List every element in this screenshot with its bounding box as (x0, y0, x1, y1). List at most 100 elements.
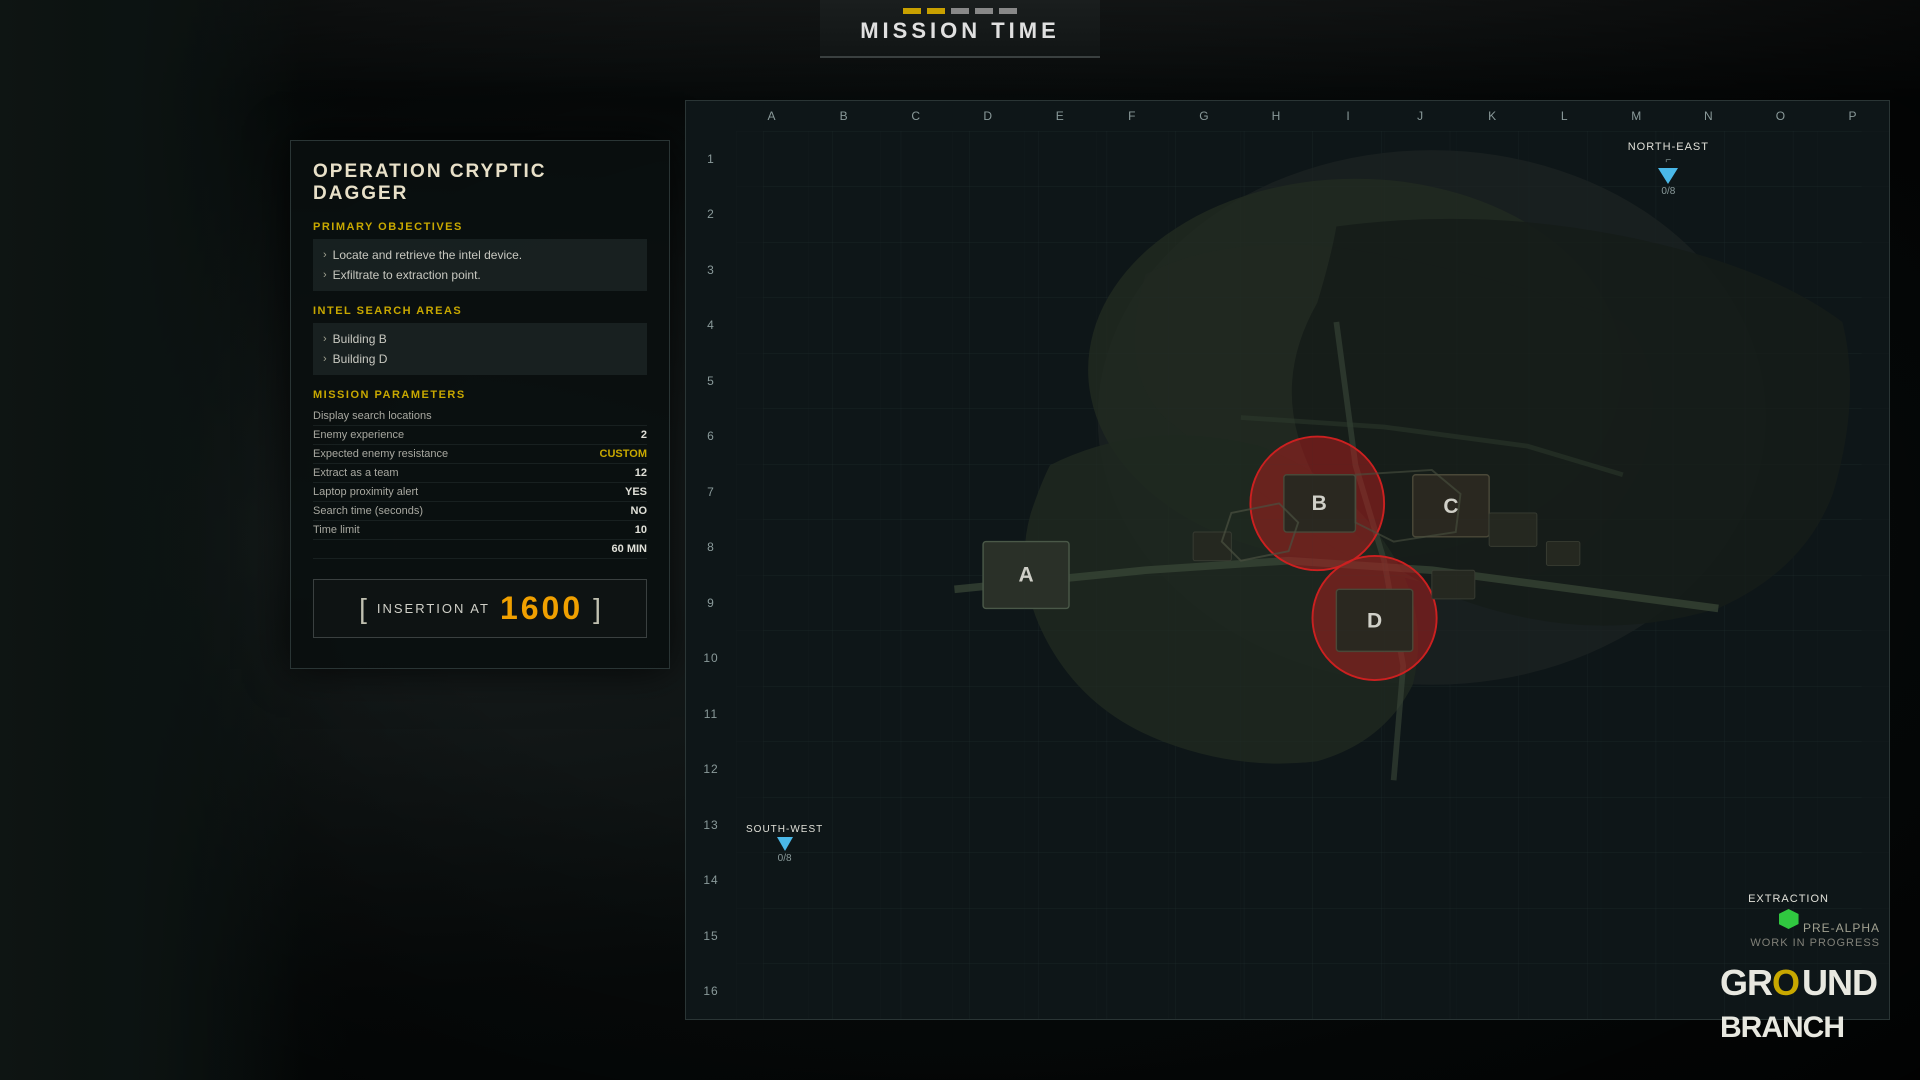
row-header-6: 6 (686, 409, 736, 465)
pre-alpha-label: PRE-ALPHA (1720, 921, 1880, 935)
svg-text:BRANCH: BRANCH (1720, 1011, 1844, 1044)
ne-label: NORTH-EAST (1628, 141, 1709, 153)
objective-arrow-2: › (323, 269, 327, 281)
col-header-f: F (1096, 101, 1168, 131)
param-row-3: Extract as a team 12 (313, 464, 647, 483)
col-header-l: L (1529, 101, 1601, 131)
gb-logo-text: GR O UND (1720, 955, 1880, 1005)
mission-time-header: MISSION TIME (820, 0, 1100, 58)
extraction-label: EXTRACTION (1748, 893, 1829, 905)
row-header-13: 13 (686, 797, 736, 853)
objective-item-2: › Exfiltrate to extraction point. (323, 265, 637, 285)
gb-logo: PRE-ALPHA WORK IN PROGRESS GR O UND BRAN… (1720, 921, 1880, 1050)
svg-text:A: A (1018, 564, 1033, 587)
intel-item-1: › Building B (323, 329, 637, 349)
param-value-6: 10 (635, 524, 647, 536)
objective-item-1: › Locate and retrieve the intel device. (323, 245, 637, 265)
row-headers: 1 2 3 4 5 6 7 8 9 10 11 12 13 14 15 16 (686, 131, 736, 1019)
bracket-right: ] (593, 593, 601, 625)
ne-marker: NORTH-EAST ⌐ 0/8 (1628, 141, 1709, 197)
sw-marker: SOUTH-WEST 0/8 (746, 824, 823, 864)
intel-arrow-1: › (323, 333, 327, 345)
primary-objectives-list: › Locate and retrieve the intel device. … (313, 239, 647, 291)
ne-triangle-icon (1658, 168, 1678, 184)
param-row-7: 60 MIN (313, 540, 647, 559)
col-header-g: G (1168, 101, 1240, 131)
row-header-14: 14 (686, 853, 736, 909)
param-value-3: 12 (635, 467, 647, 479)
svg-text:D: D (1367, 610, 1382, 633)
row-header-16: 16 (686, 964, 736, 1020)
map-panel: A B C D E F G H I J K L M N O P 1 2 3 4 … (685, 100, 1890, 1020)
gb-logo-svg: GR O UND (1720, 955, 1880, 1005)
intel-item-2: › Building D (323, 349, 637, 369)
map-terrain: A B C D (736, 131, 1889, 1019)
objective-arrow-1: › (323, 249, 327, 261)
map-container: A B C D E F G H I J K L M N O P 1 2 3 4 … (685, 100, 1890, 1020)
sw-count: 0/8 (746, 853, 823, 864)
wip-label: WORK IN PROGRESS (1720, 937, 1880, 949)
param-label-1: Enemy experience (313, 429, 404, 441)
param-label-4: Laptop proximity alert (313, 486, 418, 498)
insertion-time: 1600 (500, 590, 583, 627)
row-header-2: 2 (686, 187, 736, 243)
col-header-j: J (1385, 101, 1457, 131)
svg-text:O: O (1772, 962, 1800, 1003)
row-header-8: 8 (686, 520, 736, 576)
col-header-p: P (1817, 101, 1889, 131)
intel-area-list: › Building B › Building D (313, 323, 647, 375)
param-row-0: Display search locations (313, 407, 647, 426)
mission-params-header: MISSION PARAMETERS (313, 389, 647, 401)
map-svg: A B C D (736, 131, 1889, 1019)
col-header-e: E (1024, 101, 1096, 131)
sw-triangle-icon (777, 837, 793, 851)
col-header-c: C (880, 101, 952, 131)
primary-objectives-header: PRIMARY OBJECTIVES (313, 221, 647, 233)
col-header-i: I (1313, 101, 1385, 131)
param-label-6: Time limit (313, 524, 360, 536)
param-label-2: Expected enemy resistance (313, 448, 448, 460)
row-header-10: 10 (686, 631, 736, 687)
operation-title: OPERATION CRYPTIC DAGGER (313, 161, 647, 205)
objective-text-1: Locate and retrieve the intel device. (333, 248, 522, 262)
param-row-5: Search time (seconds) NO (313, 502, 647, 521)
col-headers: A B C D E F G H I J K L M N O P (736, 101, 1889, 131)
time-segment-1 (903, 8, 921, 14)
time-segment-4 (975, 8, 993, 14)
bracket-left: [ (359, 593, 367, 625)
time-segment-2 (927, 8, 945, 14)
row-header-3: 3 (686, 242, 736, 298)
time-segment-5 (999, 8, 1017, 14)
param-row-2: Expected enemy resistance CUSTOM (313, 445, 647, 464)
param-label-3: Extract as a team (313, 467, 399, 479)
col-header-o: O (1745, 101, 1817, 131)
mission-time-bar (860, 8, 1060, 14)
sw-label: SOUTH-WEST (746, 824, 823, 835)
row-header-5: 5 (686, 353, 736, 409)
param-value-2: CUSTOM (600, 448, 647, 460)
col-header-a: A (736, 101, 808, 131)
svg-text:GR: GR (1720, 962, 1773, 1003)
briefing-panel: OPERATION CRYPTIC DAGGER PRIMARY OBJECTI… (290, 140, 670, 669)
time-segment-3 (951, 8, 969, 14)
param-label-0: Display search locations (313, 410, 432, 422)
col-header-b: B (808, 101, 880, 131)
intel-text-1: Building B (333, 332, 387, 346)
param-row-1: Enemy experience 2 (313, 426, 647, 445)
row-header-15: 15 (686, 908, 736, 964)
row-header-7: 7 (686, 464, 736, 520)
insertion-label: INSERTION AT (377, 601, 490, 616)
param-label-5: Search time (seconds) (313, 505, 423, 517)
mission-time-label: MISSION TIME (860, 18, 1060, 44)
mission-parameters-section: MISSION PARAMETERS Display search locati… (313, 389, 647, 559)
row-header-4: 4 (686, 298, 736, 354)
col-header-h: H (1240, 101, 1312, 131)
gb-branch-svg: BRANCH (1720, 1005, 1880, 1045)
row-header-12: 12 (686, 742, 736, 798)
ne-count: 0/8 (1628, 186, 1709, 197)
param-value-5: NO (631, 505, 648, 517)
intel-search-header: INTEL SEARCH AREAS (313, 305, 647, 317)
param-value-4: YES (625, 486, 647, 498)
col-header-d: D (952, 101, 1024, 131)
insertion-footer: [ INSERTION AT 1600 ] (313, 579, 647, 638)
